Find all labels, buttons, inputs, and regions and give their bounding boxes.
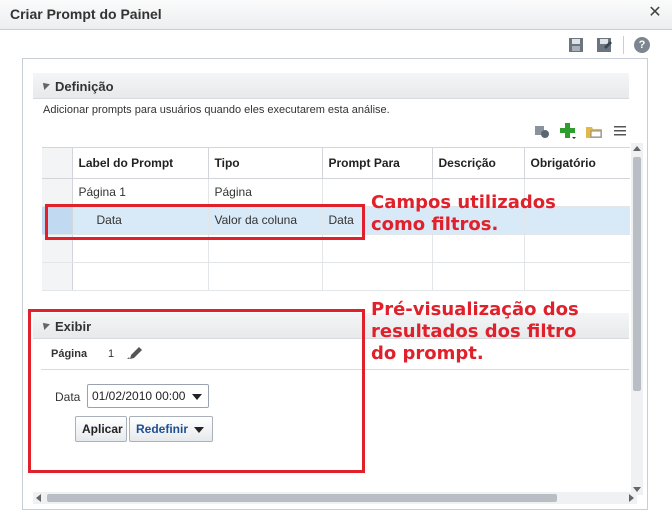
empty-cell	[524, 234, 630, 263]
row-header[interactable]	[42, 178, 73, 207]
empty-cell	[72, 262, 209, 291]
toolbar-divider	[623, 36, 624, 54]
annotation-line: Campos utilizados	[371, 192, 556, 213]
vertical-scrollbar[interactable]	[631, 143, 643, 495]
definicao-title: Definição	[55, 79, 114, 94]
annotation-preview-text: Pré-visualização dos resultados dos filt…	[371, 299, 579, 365]
collapse-triangle-icon[interactable]	[40, 80, 50, 90]
empty-cell	[432, 262, 525, 291]
dialog-title: Criar Prompt do Painel	[10, 6, 162, 22]
definicao-header[interactable]: Definição	[33, 73, 629, 99]
vertical-scroll-thumb[interactable]	[633, 157, 641, 391]
save-icon[interactable]	[567, 36, 585, 54]
cell-label[interactable]: Página 1	[72, 178, 209, 207]
empty-cell	[322, 262, 433, 291]
scroll-right-icon[interactable]	[629, 494, 634, 502]
empty-cell	[208, 262, 323, 291]
column-header[interactable]: Label do Prompt	[72, 148, 209, 179]
column-header[interactable]: Obrigatório	[524, 148, 630, 179]
annotation-box-preview	[28, 309, 365, 473]
grid-header-row: Label do Prompt Tipo Prompt Para Descriç…	[42, 148, 630, 179]
help-icon[interactable]: ?	[634, 37, 650, 53]
filter-prompt-icon[interactable]	[533, 122, 551, 140]
dialog-titlebar: Criar Prompt do Painel ✕	[0, 0, 672, 30]
column-header[interactable]: Prompt Para	[322, 148, 433, 179]
row-header	[42, 262, 73, 291]
folder-icon[interactable]	[585, 122, 603, 140]
column-header[interactable]: Descrição	[432, 148, 525, 179]
annotation-line: resultados dos filtro	[371, 321, 577, 342]
scroll-left-icon[interactable]	[36, 494, 41, 502]
row-header-corner	[42, 148, 73, 179]
more-icon[interactable]	[611, 122, 629, 140]
annotation-line: do prompt.	[371, 343, 484, 364]
horizontal-scrollbar[interactable]	[33, 492, 637, 504]
annotation-line: Pré-visualização dos	[371, 299, 579, 320]
save-as-icon[interactable]	[595, 36, 613, 54]
cell-tipo[interactable]: Página	[208, 178, 323, 207]
annotation-line: como filtros.	[371, 214, 499, 235]
close-button[interactable]: ✕	[646, 4, 664, 22]
annotation-box-filters	[45, 204, 365, 240]
empty-cell	[432, 234, 525, 263]
horizontal-scroll-thumb[interactable]	[47, 494, 557, 502]
table-row-empty	[42, 262, 630, 291]
column-header[interactable]: Tipo	[208, 148, 323, 179]
annotation-filters-text: Campos utilizados como filtros.	[371, 192, 556, 236]
grid-toolbar	[533, 122, 629, 140]
dialog-toolbar: ?	[567, 36, 650, 54]
scroll-up-icon[interactable]	[633, 146, 641, 151]
add-icon[interactable]	[559, 122, 577, 140]
definicao-description: Adicionar prompts para usuários quando e…	[43, 104, 390, 116]
empty-cell	[524, 262, 630, 291]
